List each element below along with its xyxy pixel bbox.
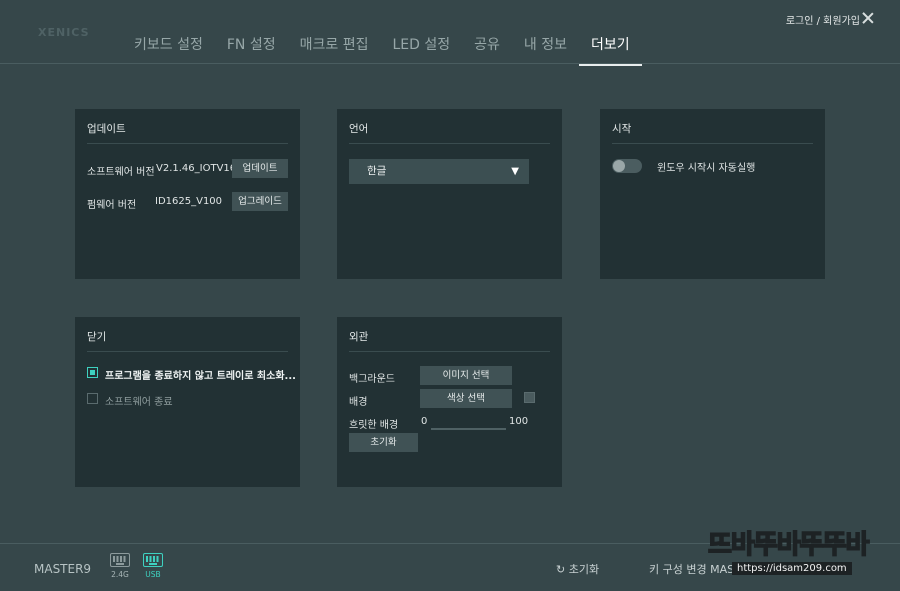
connection-label: 2.4G <box>111 570 129 579</box>
close-panel: 닫기 프로그램을 종료하지 않고 트레이로 최소화... 소프트웨어 종료 <box>75 317 300 487</box>
blur-slider[interactable] <box>431 428 506 430</box>
reset-appearance-button[interactable]: 초기화 <box>349 433 418 452</box>
autostart-label: 윈도우 시작시 자동실행 <box>657 163 756 174</box>
color-label: 배경 <box>349 397 368 408</box>
main-nav: 키보드 설정 FN 설정 매크로 편집 LED 설정 공유 내 정보 더보기 <box>122 30 642 66</box>
start-panel: 시작 윈도우 시작시 자동실행 <box>600 109 825 279</box>
color-swatch[interactable] <box>524 392 535 403</box>
blur-max: 100 <box>509 416 529 427</box>
autostart-toggle[interactable] <box>612 159 642 173</box>
language-selected: 한글 <box>367 165 387 177</box>
watermark-url: https://idsam209.com <box>732 562 852 575</box>
tray-checkbox[interactable] <box>87 367 98 378</box>
tab-keyboard-settings[interactable]: 키보드 설정 <box>122 30 215 66</box>
watermark: 뜨바뚜바뚜뚜바 https://idsam209.com <box>707 528 888 582</box>
close-icon[interactable] <box>858 9 878 29</box>
login-link[interactable]: 로그인 / 회원가입 <box>786 12 860 27</box>
caret-down-icon: ▼ <box>511 166 519 177</box>
watermark-text: 뜨바뚜바뚜뚜바 <box>707 529 870 561</box>
exit-option-label: 소프트웨어 종료 <box>105 397 173 408</box>
blur-label: 흐릿한 배경 <box>349 420 399 431</box>
exit-checkbox[interactable] <box>87 393 98 404</box>
reset-all-button[interactable]: ↻ 초기화 <box>556 561 599 577</box>
app-logo: XENICS <box>38 26 90 39</box>
firmware-version-value: ID1625_V100 <box>155 196 223 207</box>
connection-usb[interactable]: USB <box>142 553 164 579</box>
tab-my-info[interactable]: 내 정보 <box>512 30 579 66</box>
keyboard-icon <box>110 553 130 567</box>
color-select-button[interactable]: 색상 선택 <box>420 389 512 408</box>
tab-led-settings[interactable]: LED 설정 <box>380 30 462 66</box>
language-panel: 언어 한글 ▼ <box>337 109 562 279</box>
firmware-version-label: 펌웨어 버전 <box>87 200 137 211</box>
image-select-button[interactable]: 이미지 선택 <box>420 366 512 385</box>
update-panel: 업데이트 소프트웨어 버전 V2.1.46_IOTV166 업데이트 펌웨어 버… <box>75 109 300 279</box>
appearance-panel: 외관 백그라운드 이미지 선택 배경 색상 선택 흐릿한 배경 0 100 초기… <box>337 317 562 487</box>
connection-label: USB <box>145 570 161 579</box>
tab-macro-edit[interactable]: 매크로 편집 <box>288 30 381 66</box>
tray-option-label: 프로그램을 종료하지 않고 트레이로 최소화... <box>105 371 296 382</box>
panel-title: 닫기 <box>87 329 288 352</box>
upgrade-button[interactable]: 업그레이드 <box>232 192 288 211</box>
keyboard-icon <box>143 553 163 567</box>
reset-all-label: 초기화 <box>568 563 600 576</box>
background-label: 백그라운드 <box>349 374 395 385</box>
software-version-value: V2.1.46_IOTV166 <box>156 163 243 174</box>
keymap-label: 키 구성 변경 <box>649 563 707 576</box>
tab-fn-settings[interactable]: FN 설정 <box>215 30 288 66</box>
device-name: MASTER9 <box>34 562 92 576</box>
refresh-icon: ↻ <box>556 563 566 576</box>
update-button[interactable]: 업데이트 <box>232 159 288 178</box>
tab-share[interactable]: 공유 <box>462 30 512 66</box>
tab-more[interactable]: 더보기 <box>578 30 642 66</box>
software-version-label: 소프트웨어 버전 <box>87 167 155 178</box>
panel-title: 외관 <box>349 329 550 352</box>
panel-title: 시작 <box>612 121 813 144</box>
nav-divider <box>0 63 900 64</box>
blur-min: 0 <box>421 416 428 427</box>
panel-title: 언어 <box>349 121 550 144</box>
panel-title: 업데이트 <box>87 121 288 144</box>
language-select[interactable]: 한글 ▼ <box>349 159 529 184</box>
connection-2-4g[interactable]: 2.4G <box>109 553 131 579</box>
